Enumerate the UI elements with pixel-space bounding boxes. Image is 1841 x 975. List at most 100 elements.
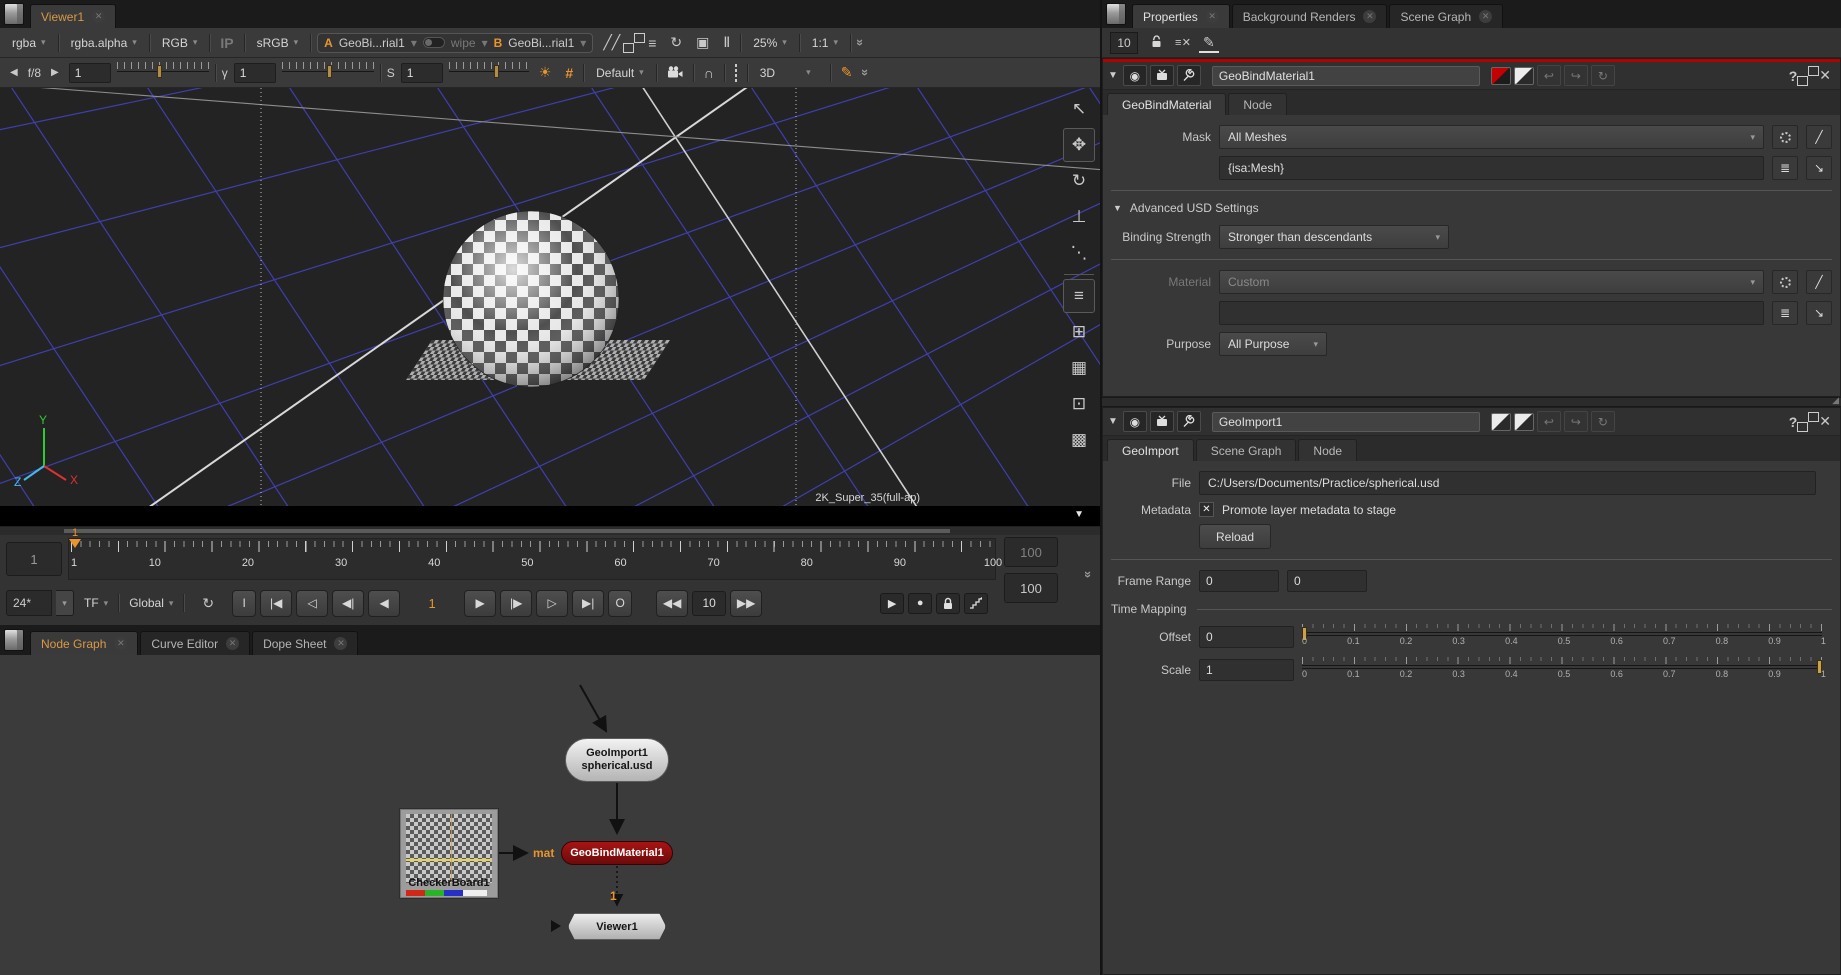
material-dropdown[interactable]: Custom ▾ [1219, 270, 1764, 294]
tab-properties[interactable]: Properties ✕ [1132, 4, 1230, 28]
wrench-button[interactable] [1177, 65, 1201, 86]
scale-tool-button[interactable]: ⊥ [1063, 200, 1095, 234]
expand-chevron-icon[interactable]: ▼ [1074, 509, 1084, 520]
float-window-icon[interactable] [1804, 75, 1812, 77]
fps-field[interactable]: 24* [6, 590, 52, 616]
camera-icon[interactable] [663, 64, 687, 82]
gaussian-curve-icon[interactable]: ∩ [700, 64, 718, 82]
gain-slider[interactable]: 0.015625 1 1064 [117, 61, 209, 85]
scene-tree-button[interactable]: ≣ [1772, 156, 1798, 180]
tab-dope-sheet[interactable]: Dope Sheet ✕ [252, 631, 358, 655]
redo-icon[interactable]: ↪ [1564, 411, 1588, 432]
frame-range-scope-select[interactable]: Global ▾ [123, 593, 179, 613]
in-marker-button[interactable]: I [232, 590, 256, 617]
region-select-button[interactable]: ▩ [1063, 423, 1095, 457]
saturation-slider[interactable]: 0 1 4 [449, 61, 529, 85]
node-name-field[interactable]: GeoBindMaterial1 [1212, 66, 1480, 86]
pane-menu-icon[interactable] [1106, 3, 1126, 25]
advanced-usd-settings-group[interactable]: ▼ Advanced USD Settings [1113, 201, 1832, 215]
undo-icon[interactable]: ↩ [1537, 65, 1561, 86]
collapse-triangle-icon[interactable]: ▼ [1108, 70, 1118, 81]
tab-curve-editor[interactable]: Curve Editor ✕ [140, 631, 250, 655]
close-icon[interactable]: ✕ [226, 637, 239, 650]
purpose-dropdown[interactable]: All Purpose ▾ [1219, 332, 1327, 356]
proxy-mode-icon[interactable]: ╱╱ [599, 33, 624, 52]
saturation-slider-handle[interactable] [494, 65, 499, 78]
tab-scene-graph[interactable]: Scene Graph ✕ [1389, 4, 1503, 28]
node-viewer1[interactable]: Viewer1 [568, 913, 666, 940]
flipbook-button[interactable]: ▶ [880, 593, 904, 614]
tab-geobind-node[interactable]: Node [1228, 93, 1287, 115]
file-browse-icon[interactable] [1824, 482, 1832, 484]
mask-gear-button[interactable] [1772, 125, 1798, 149]
scene-tree-button[interactable]: ≣ [1772, 301, 1798, 325]
pause-icon[interactable]: Ⅱ [719, 33, 734, 52]
timeline-scrollbar[interactable] [0, 527, 1100, 535]
input-process-button[interactable]: IP [216, 34, 237, 52]
gain-slider-handle[interactable] [157, 65, 162, 78]
scanline-icon[interactable]: ≡ [644, 34, 660, 52]
out-marker-button[interactable]: O [608, 590, 632, 617]
close-icon[interactable]: ✕ [114, 637, 127, 650]
prev-view-icon[interactable]: ◀ [6, 66, 22, 79]
gamma-slider-handle[interactable] [327, 65, 332, 78]
node-checkerboard1[interactable]: CheckerBoard1 [400, 809, 498, 898]
skip-back-button[interactable]: ◀◀ [656, 590, 688, 617]
gamma-field[interactable]: 1 [234, 63, 276, 83]
play-forward-button[interactable]: ▶ [464, 590, 496, 617]
redo-icon[interactable]: ↪ [1564, 65, 1588, 86]
center-node-button[interactable]: ◉ [1123, 411, 1147, 432]
gl-color-swatch[interactable] [1514, 67, 1534, 85]
layout-tool-button[interactable]: ≡ [1063, 279, 1095, 313]
translate-tool-button[interactable]: ✥ [1063, 128, 1095, 162]
pick-from-viewer-button[interactable]: ↘ [1806, 156, 1832, 180]
material-pen-button[interactable]: ╱ [1806, 270, 1832, 294]
play-backward-button[interactable]: ◀ [368, 590, 400, 617]
timeline-filter-select[interactable]: TF ▾ [78, 593, 114, 613]
node-graph-canvas[interactable]: GeoImport1 spherical.usd CheckerBoard1 m… [0, 655, 1100, 975]
colorspace-select[interactable]: sRGB ▾ [251, 33, 305, 53]
saturation-field[interactable]: 1 [401, 63, 443, 83]
a-buffer-select[interactable]: GeoBi...rial1 [339, 36, 405, 50]
selection-mode-icon[interactable] [731, 64, 741, 82]
record-button[interactable]: ● [908, 593, 932, 614]
skip-forward-button[interactable]: ▶▶ [730, 590, 762, 617]
mask-pattern-field[interactable]: {isa:Mesh} [1219, 156, 1764, 180]
goto-end-button[interactable]: ▶| [572, 590, 604, 617]
scale-field[interactable]: 1 [1199, 659, 1294, 681]
wipe-toggle[interactable] [423, 37, 445, 48]
downrez-icon[interactable] [630, 42, 638, 44]
unlock-icon[interactable] [1146, 33, 1167, 52]
gl-color-swatch[interactable] [1514, 413, 1534, 431]
close-icon[interactable]: ✕ [1363, 10, 1376, 23]
ratio-select[interactable]: 1:1 ▾ [806, 33, 844, 53]
select-tool-button[interactable]: ↖ [1063, 92, 1095, 126]
dimension-select[interactable]: 3D ▾ [754, 63, 824, 83]
range-start-field[interactable]: 1 [6, 542, 62, 576]
frame-ruler[interactable]: 1 1102030405060708090100 [68, 538, 996, 580]
panel-resize-gutter[interactable]: ◢ [1102, 397, 1841, 407]
lock-range-button[interactable] [936, 593, 960, 614]
monitor-button[interactable] [1150, 65, 1174, 86]
next-keyframe-button[interactable]: ▷ [536, 590, 568, 617]
node-geoimport1[interactable]: GeoImport1 spherical.usd [565, 738, 669, 782]
overflow-chevron-icon[interactable]: » [853, 39, 868, 46]
prev-keyframe-button[interactable]: ◁ [296, 590, 328, 617]
max-panels-field[interactable]: 10 [1110, 32, 1138, 54]
view-mode-select[interactable]: Default ▾ [590, 63, 650, 83]
rotate-tool-button[interactable]: ↻ [1063, 164, 1095, 198]
reload-button[interactable]: Reload [1199, 524, 1271, 549]
offset-field[interactable]: 0 [1199, 626, 1294, 648]
step-forward-button[interactable]: |▶ [500, 590, 532, 617]
scale-slider[interactable]: 00.10.20.30.40.50.60.70.80.91 [1302, 657, 1822, 683]
uv-view-button[interactable]: ⊞ [1063, 315, 1095, 349]
last-frame-field[interactable]: 100 [1004, 573, 1058, 603]
b-buffer-select[interactable]: GeoBi...rial1 [508, 36, 574, 50]
refresh-icon[interactable]: ↻ [666, 33, 686, 52]
viewer-3d-viewport[interactable]: Y X Z 2K_Super_35(full-ap) ↖ ✥ ↻ ⊥ ⋱ ≡ ⊞… [0, 88, 1100, 506]
frame-range-start-field[interactable]: 0 [1199, 570, 1279, 592]
layer-select[interactable]: rgba ▾ [6, 33, 52, 53]
frame-increment-field[interactable]: 10 [692, 591, 726, 616]
node-color-swatch[interactable] [1491, 67, 1511, 85]
offset-slider[interactable]: 00.10.20.30.40.50.60.70.80.91 [1302, 624, 1822, 650]
